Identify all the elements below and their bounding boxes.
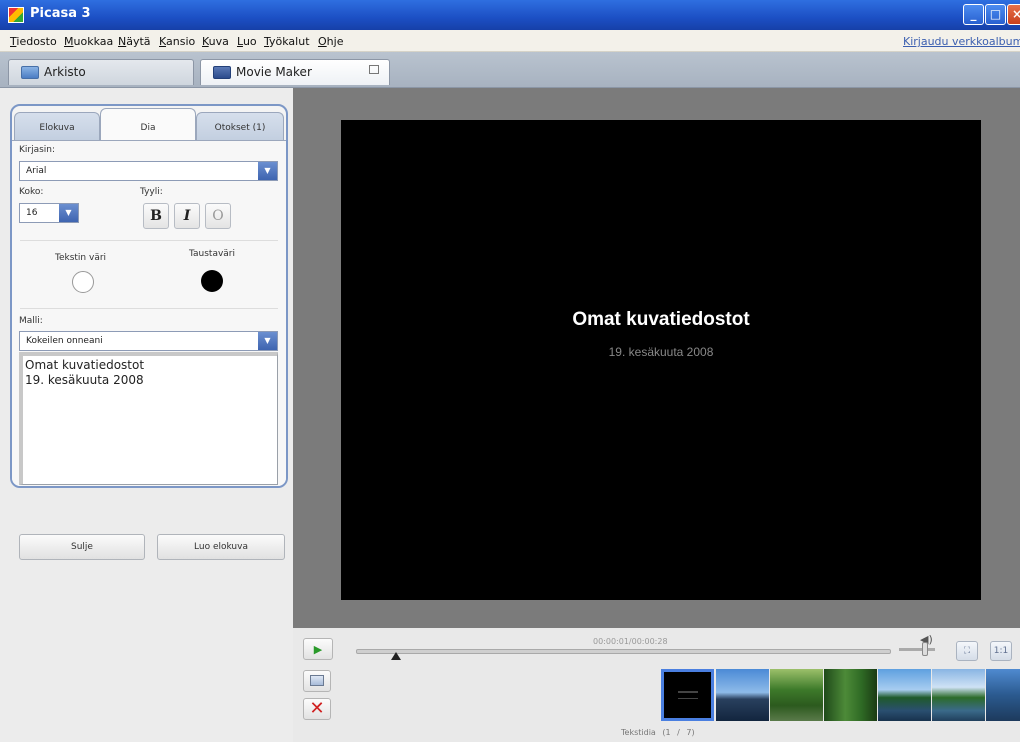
subtab-movie[interactable]: Elokuva xyxy=(14,112,100,140)
bg-color-label: Taustaväri xyxy=(189,249,236,259)
size-label: Koko: xyxy=(19,187,44,197)
play-icon: ▶ xyxy=(313,643,323,656)
close-button[interactable]: Sulje xyxy=(19,534,145,560)
chevron-down-icon: ▼ xyxy=(258,332,277,350)
slide-preview[interactable]: Omat kuvatiedostot 19. kesäkuuta 2008 xyxy=(341,120,981,600)
size-select[interactable]: 16 ▼ xyxy=(19,203,79,223)
playhead-handle[interactable] xyxy=(391,652,401,660)
maximize-button[interactable]: □ xyxy=(985,4,1006,25)
tab-library[interactable]: Arkisto xyxy=(8,59,194,85)
filmstrip-thumb[interactable] xyxy=(824,669,877,721)
filmstrip-thumb[interactable] xyxy=(716,669,769,721)
preview-area: Omat kuvatiedostot 19. kesäkuuta 2008 xyxy=(293,88,1020,628)
bold-button[interactable]: B xyxy=(143,203,169,229)
tab-close-icon[interactable] xyxy=(369,65,379,74)
slide-text-line2: 19. kesäkuuta 2008 xyxy=(25,373,144,387)
preview-title: Omat kuvatiedostot xyxy=(572,309,750,330)
volume-slider[interactable] xyxy=(899,648,935,651)
window-title: Picasa 3 xyxy=(30,6,91,21)
size-value: 16 xyxy=(26,208,38,218)
add-caption-button[interactable] xyxy=(303,670,331,692)
chevron-down-icon: ▼ xyxy=(59,204,78,222)
preview-subtitle: 19. kesäkuuta 2008 xyxy=(608,345,714,359)
tab-movie-maker[interactable]: Movie Maker xyxy=(200,59,390,85)
left-panel: Elokuva Dia Otokset (1) Kirjasin: Arial … xyxy=(0,88,293,742)
sign-in-link[interactable]: Kirjaudu verkkoalbumeihin xyxy=(903,35,1020,48)
picasa-logo-icon xyxy=(8,7,24,23)
slide-text-input[interactable]: Omat kuvatiedostot 19. kesäkuuta 2008 xyxy=(19,352,278,485)
minimize-button[interactable]: _ xyxy=(963,4,984,25)
tab-movie-maker-label: Movie Maker xyxy=(236,65,312,79)
volume-handle[interactable] xyxy=(922,642,928,656)
menu-bar: Tiedosto Muokkaa Näytä Kansio Kuva Luo T… xyxy=(0,30,1020,52)
timeline-scrubber[interactable] xyxy=(356,649,891,654)
filmstrip-thumb[interactable] xyxy=(770,669,823,721)
text-color-label: Tekstin väri xyxy=(55,253,107,263)
filmstrip-thumb-title[interactable] xyxy=(661,669,714,721)
tab-library-label: Arkisto xyxy=(44,65,86,79)
font-value: Arial xyxy=(26,166,47,176)
filmstrip-thumb[interactable] xyxy=(878,669,931,721)
menu-picture[interactable]: Kuva xyxy=(202,35,229,48)
fullscreen-button[interactable]: ⛶ xyxy=(956,641,978,661)
close-window-button[interactable]: × xyxy=(1007,4,1020,25)
slide-editor-panel: Elokuva Dia Otokset (1) Kirjasin: Arial … xyxy=(10,104,288,488)
text-color-swatch[interactable] xyxy=(72,271,94,293)
view-tab-strip: Arkisto Movie Maker xyxy=(0,52,1020,88)
menu-view[interactable]: Näytä xyxy=(118,35,151,48)
filmstrip xyxy=(659,669,1020,724)
template-select[interactable]: Kokeilen onneani ▼ xyxy=(19,331,278,351)
filmstrip-thumb[interactable] xyxy=(986,669,1020,721)
divider xyxy=(20,240,278,241)
menu-folder[interactable]: Kansio xyxy=(159,35,195,48)
menu-help[interactable]: Ohje xyxy=(318,35,343,48)
italic-button[interactable]: I xyxy=(174,203,200,229)
menu-edit[interactable]: Muokkaa xyxy=(64,35,113,48)
divider xyxy=(20,308,278,309)
filmstrip-thumb[interactable] xyxy=(932,669,985,721)
play-button[interactable]: ▶ xyxy=(303,638,333,660)
style-label: Tyyli: xyxy=(140,187,163,197)
create-movie-button[interactable]: Luo elokuva xyxy=(157,534,285,560)
actual-size-button[interactable]: 1:1 xyxy=(990,641,1012,661)
outline-button[interactable]: O xyxy=(205,203,231,229)
slide-text-line1: Omat kuvatiedostot xyxy=(25,358,145,372)
library-icon xyxy=(21,66,39,79)
movie-maker-icon xyxy=(213,66,231,79)
delete-slide-button[interactable]: ✕ xyxy=(303,698,331,720)
title-bar: Picasa 3 _ □ × xyxy=(0,0,1020,30)
menu-create[interactable]: Luo xyxy=(237,35,257,48)
caption-icon xyxy=(310,675,324,686)
delete-icon: ✕ xyxy=(309,698,325,719)
player-controls: ▶ 00:00:01/00:00:28 ◀) ⛶ 1:1 ✕ Tekstidia… xyxy=(293,628,1020,742)
font-select[interactable]: Arial ▼ xyxy=(19,161,278,181)
template-label: Malli: xyxy=(19,316,43,326)
time-readout: 00:00:01/00:00:28 xyxy=(593,637,668,646)
template-value: Kokeilen onneani xyxy=(26,336,103,346)
menu-file[interactable]: Tiedosto xyxy=(10,35,57,48)
font-label: Kirjasin: xyxy=(19,145,56,155)
menu-tools[interactable]: Työkalut xyxy=(264,35,310,48)
subtab-slide[interactable]: Dia xyxy=(100,108,196,140)
bg-color-swatch[interactable] xyxy=(201,270,223,292)
slide-status: Tekstidia (1 / 7) xyxy=(621,728,695,737)
chevron-down-icon: ▼ xyxy=(258,162,277,180)
subtab-clips[interactable]: Otokset (1) xyxy=(196,112,284,140)
